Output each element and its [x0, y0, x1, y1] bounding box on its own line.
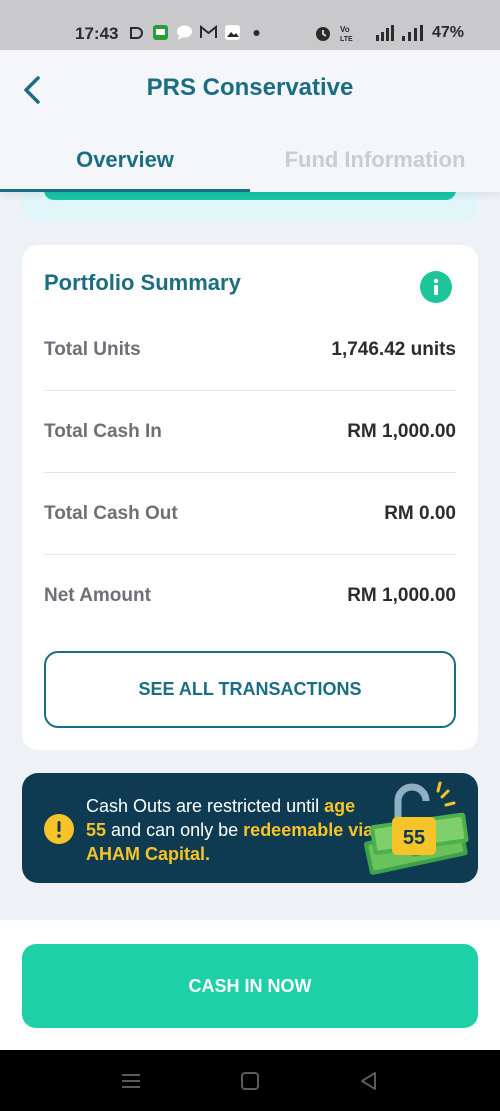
- row-label: Net Amount: [44, 585, 151, 606]
- portfolio-summary-card: Portfolio Summary Total Units 1,746.42 u…: [22, 245, 478, 750]
- back-triangle-icon[interactable]: [356, 1068, 382, 1094]
- tab-bar: Overview Fund Information: [0, 130, 500, 192]
- info-glyph: [433, 278, 439, 295]
- dot-icon: [253, 30, 260, 36]
- locked-money-illustration: 55: [363, 781, 469, 875]
- app-header: PRS Conservative: [0, 50, 500, 130]
- lock-badge-number: 55: [403, 827, 425, 849]
- battery-level: 47%: [431, 24, 464, 41]
- cash-in-now-button[interactable]: CASH IN NOW: [22, 944, 478, 1028]
- status-time: 17:43: [75, 24, 119, 43]
- message-icon: [177, 25, 192, 40]
- row-value: 1,746.42 units: [331, 339, 456, 360]
- volte-icon: Vo LTE: [340, 25, 353, 42]
- status-bar: 17:43 Vo LTE 47%: [0, 0, 500, 50]
- row-value: RM 1,000.00: [347, 585, 456, 606]
- exclamation-glyph: [57, 821, 61, 838]
- alarm-icon: [315, 27, 330, 41]
- page-title: PRS Conservative: [146, 74, 354, 101]
- signal-icon: [401, 25, 423, 41]
- svg-text:LTE: LTE: [340, 36, 353, 42]
- row-value: RM 1,000.00: [347, 421, 456, 442]
- warning-icon: [44, 814, 74, 844]
- notice-text-2: and can only be: [111, 820, 239, 840]
- svg-text:Vo: Vo: [340, 25, 350, 34]
- gallery-icon: [225, 25, 240, 40]
- cash-out-notice-banner: Cash Outs are restricted until age 55 an…: [22, 773, 478, 883]
- home-icon[interactable]: [237, 1068, 263, 1094]
- row-label: Total Units: [44, 339, 141, 360]
- menu-icon[interactable]: [118, 1068, 144, 1094]
- summary-row-total-cash-out: Total Cash Out RM 0.00: [44, 473, 456, 555]
- signal-4g-icon: [375, 25, 394, 41]
- tab-overview[interactable]: Overview: [0, 130, 250, 192]
- sync-icon: [130, 27, 143, 39]
- status-right: Vo LTE 47%: [314, 24, 464, 42]
- row-value: RM 0.00: [384, 503, 456, 524]
- notice-text-1: Cash Outs are restricted until: [86, 796, 320, 816]
- system-nav-bar: [0, 1050, 500, 1111]
- row-label: Total Cash In: [44, 421, 162, 442]
- portfolio-summary-title: Portfolio Summary: [44, 270, 241, 295]
- chat-app-icon: [153, 25, 168, 40]
- summary-row-total-cash-in: Total Cash In RM 1,000.00: [44, 391, 456, 473]
- bottom-action-area: CASH IN NOW: [0, 920, 500, 1050]
- summary-row-net-amount: Net Amount RM 1,000.00: [44, 555, 456, 637]
- tab-fund-information[interactable]: Fund Information: [250, 130, 500, 192]
- mail-icon: [200, 24, 217, 38]
- see-all-transactions-button[interactable]: SEE ALL TRANSACTIONS: [44, 651, 456, 728]
- row-label: Total Cash Out: [44, 503, 178, 524]
- summary-row-total-units: Total Units 1,746.42 units: [44, 309, 456, 391]
- info-icon[interactable]: [420, 271, 452, 303]
- notice-text: Cash Outs are restricted until age 55 an…: [86, 794, 376, 866]
- status-left-icons: [128, 24, 265, 41]
